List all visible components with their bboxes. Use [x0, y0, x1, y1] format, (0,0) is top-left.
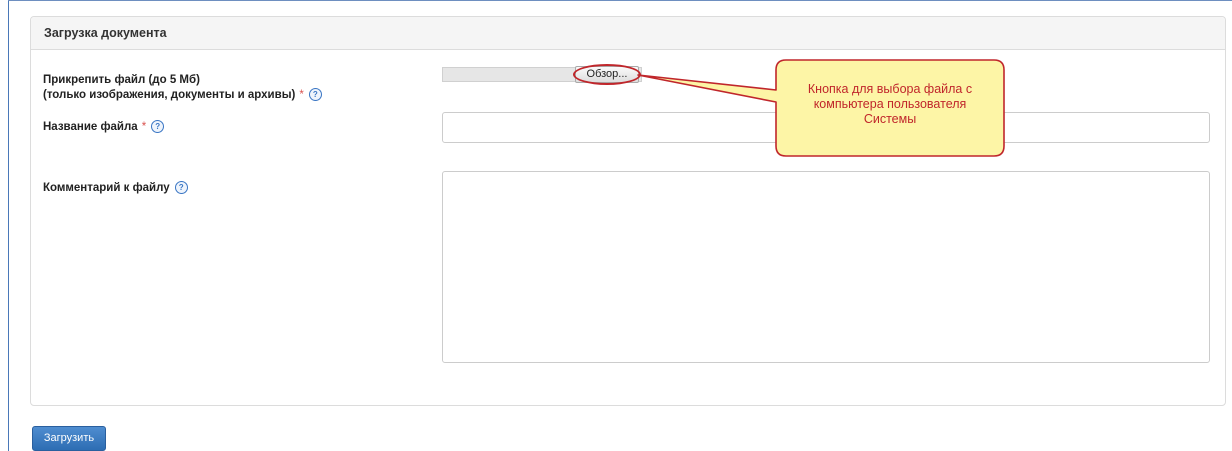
file-name-label-text: Название файла: [43, 121, 138, 133]
window-border-left: [8, 0, 9, 451]
attach-file-label-line2-wrap: (только изображения, документы и архивы)…: [43, 88, 322, 103]
window-border-top: [8, 0, 1232, 1]
callout-line-2: компьютера пользователя: [813, 97, 967, 111]
comment-label-text: Комментарий к файлу: [43, 182, 170, 194]
file-name-label: Название файла *?: [43, 120, 165, 135]
help-icon[interactable]: ?: [308, 88, 322, 102]
attach-file-label-line1: Прикрепить файл (до 5 Мб): [43, 74, 200, 86]
help-icon[interactable]: ?: [174, 181, 188, 195]
required-mark: *: [299, 89, 304, 101]
browse-button[interactable]: Обзор...: [575, 66, 639, 83]
upload-submit-button[interactable]: Загрузить: [32, 426, 106, 451]
help-icon[interactable]: ?: [151, 120, 165, 134]
callout-line-3: Системы: [863, 112, 917, 126]
callout-line-1: Кнопка для выбора файла с: [807, 82, 973, 96]
panel-title: Загрузка документа: [31, 17, 1225, 50]
attach-file-label-line2: (только изображения, документы и архивы): [43, 89, 296, 101]
required-mark: *: [141, 121, 147, 133]
comment-textarea[interactable]: [442, 171, 1210, 363]
callout-text: Кнопка для выбора файла с компьютера пол…: [778, 82, 1002, 127]
attach-file-label: Прикрепить файл (до 5 Мб) (только изобра…: [43, 73, 322, 103]
comment-label: Комментарий к файлу?: [43, 181, 188, 196]
